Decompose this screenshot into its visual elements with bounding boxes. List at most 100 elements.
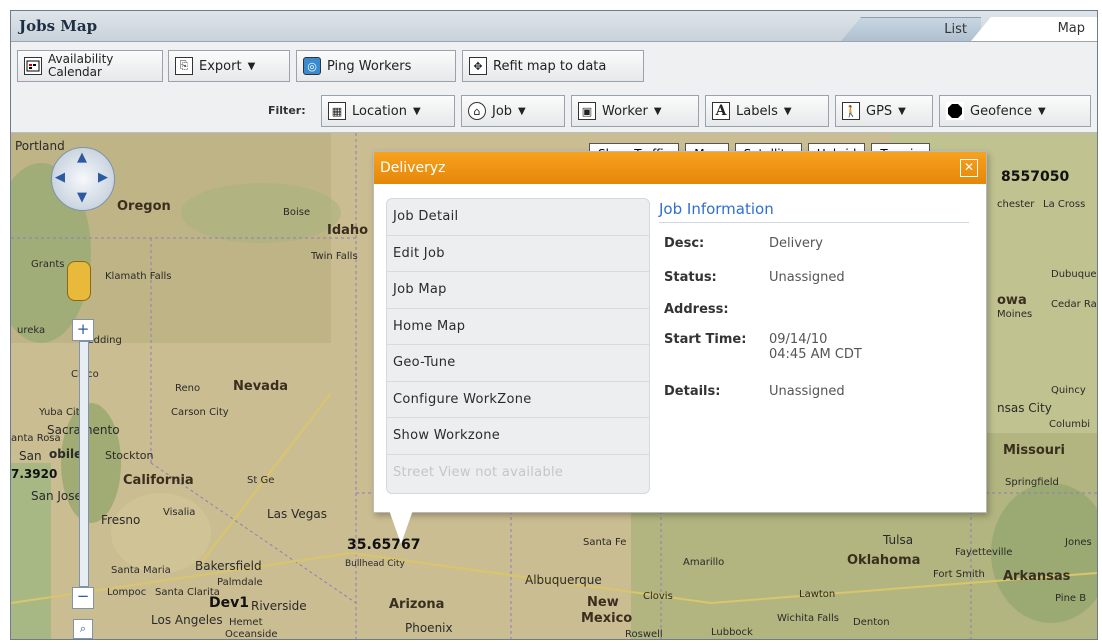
menu-job-detail[interactable]: Job Detail xyxy=(387,199,649,236)
map-label-lompoc: Lompoc xyxy=(107,587,147,598)
export-icon: ⎘ xyxy=(175,57,193,75)
filter-worker-button[interactable]: ▣ Worker ▼ xyxy=(571,95,699,127)
map-label-denton: Denton xyxy=(853,617,890,628)
filter-gps-button[interactable]: 🚶 GPS ▼ xyxy=(835,95,933,127)
calendar-icon xyxy=(24,57,42,75)
map-label-carson: Carson City xyxy=(171,407,229,418)
labels-icon: A xyxy=(712,102,730,120)
chevron-down-icon: ▼ xyxy=(783,105,792,117)
map-label-cedar-rapids: Cedar Rapids xyxy=(1051,299,1097,310)
job-info-popup: Deliveryz ✕ Job Detail Edit Job Job Map … xyxy=(373,151,987,544)
map-label-jones: Jones xyxy=(1065,537,1092,548)
zoom-slider[interactable] xyxy=(79,341,89,587)
start-time-value: 09/14/10 04:45 AM CDT xyxy=(769,332,862,362)
map-label-quincy: Quincy xyxy=(1051,385,1086,396)
toolbar-filter: Filter: ▦ Location ▼ ⌂ Job ▼ ▣ Worker ▼ … xyxy=(11,90,1097,133)
map-label-mobile: obile xyxy=(49,447,83,461)
map-label-los-angeles: Los Angeles xyxy=(151,613,223,627)
map-label-coord-2: 7.3920 xyxy=(11,467,58,481)
map-label-grants: Grants xyxy=(31,259,65,270)
menu-edit-job[interactable]: Edit Job xyxy=(387,236,649,272)
map-label-new: New xyxy=(587,595,619,610)
map-label-coord-3: 8557050 xyxy=(1001,169,1070,185)
map-label-santa-fe: Santa Fe xyxy=(583,537,627,548)
map-label-idaho: Idaho xyxy=(327,223,369,238)
chevron-down-icon: ▼ xyxy=(898,105,906,117)
ping-workers-button[interactable]: ◎ Ping Workers xyxy=(296,50,456,82)
popup-header: Deliveryz ✕ xyxy=(374,152,986,184)
map-label-san: San xyxy=(19,449,42,463)
pan-down-icon[interactable]: ▼ xyxy=(77,190,87,205)
map-label-santa-rosa: anta Rosa xyxy=(11,433,61,444)
job-icon: ⌂ xyxy=(468,102,486,120)
zoom-magnifier-icon[interactable]: ⌕ xyxy=(73,619,93,639)
map-label-amarillo: Amarillo xyxy=(683,557,725,568)
map-label-fort-smith: Fort Smith xyxy=(933,569,985,580)
filter-location-button[interactable]: ▦ Location ▼ xyxy=(321,95,455,127)
close-icon[interactable]: ✕ xyxy=(960,159,978,177)
tab-map[interactable]: Map xyxy=(971,17,1097,41)
map-label-visalia: Visalia xyxy=(163,507,196,518)
chevron-down-icon: ▼ xyxy=(247,60,256,72)
map-label-phoenix: Phoenix xyxy=(405,621,453,635)
map-label-springfield: Springfield xyxy=(1005,477,1059,488)
map-label-bullhead: Bullhead City xyxy=(345,559,405,569)
map-label-portland: Portland xyxy=(15,139,65,153)
zoom-in-button[interactable]: + xyxy=(72,319,94,341)
map-label-worker-dev1: Dev1 xyxy=(209,595,249,611)
street-view-pegman-icon[interactable] xyxy=(67,261,91,301)
jobs-map-window: Jobs Map List Map Availability Calendar … xyxy=(10,10,1098,640)
pan-up-icon[interactable]: ▲ xyxy=(77,150,87,165)
tab-list[interactable]: List xyxy=(841,17,981,41)
chevron-down-icon: ▼ xyxy=(1038,105,1046,117)
menu-job-map[interactable]: Job Map xyxy=(387,272,649,309)
export-label: Export xyxy=(199,58,242,74)
pan-right-icon[interactable]: ▶ xyxy=(98,170,108,185)
filter-job-button[interactable]: ⌂ Job ▼ xyxy=(461,95,565,127)
menu-home-map[interactable]: Home Map xyxy=(387,309,649,345)
pan-left-icon[interactable]: ◀ xyxy=(55,170,65,185)
popup-action-menu: Job Detail Edit Job Job Map Home Map Geo… xyxy=(386,198,650,494)
status-value: Unassigned xyxy=(769,270,845,285)
filter-labels-button[interactable]: A Labels ▼ xyxy=(705,95,829,127)
map-label-clovis: Clovis xyxy=(643,591,673,602)
map-label-nevada: Nevada xyxy=(233,379,289,394)
refit-map-button[interactable]: ✥ Refit map to data xyxy=(462,50,644,82)
details-value: Unassigned xyxy=(769,384,845,399)
map-label-mexico: Mexico xyxy=(581,611,633,626)
geofence-icon xyxy=(946,102,964,120)
filter-geofence-label: Geofence xyxy=(970,103,1032,119)
map-label-st-george: St Ge xyxy=(247,475,275,486)
map-label-rochester: chester xyxy=(997,199,1035,210)
filter-worker-label: Worker xyxy=(602,103,648,119)
status-label: Status: xyxy=(664,270,717,285)
export-button[interactable]: ⎘ Export ▼ xyxy=(168,50,290,82)
map-label-lubbock: Lubbock xyxy=(711,627,753,638)
availability-calendar-button[interactable]: Availability Calendar xyxy=(17,50,163,82)
chevron-down-icon: ▼ xyxy=(518,105,526,117)
pan-control[interactable]: ▲ ◀ ▶ ▼ xyxy=(51,147,115,211)
job-information-heading: Job Information xyxy=(659,200,969,223)
map-label-iowa: owa xyxy=(997,293,1027,308)
availability-label-line2: Calendar xyxy=(48,65,102,79)
refit-icon: ✥ xyxy=(469,57,487,75)
info-desc-row: Desc: Delivery xyxy=(664,236,823,251)
map-label-wichita-falls: Wichita Falls xyxy=(777,613,840,624)
map-canvas[interactable]: Portland Oregon Boise Idaho Twin Falls G… xyxy=(11,133,1097,639)
toolbar-actions: Availability Calendar ⎘ Export ▼ ◎ Ping … xyxy=(11,42,1097,90)
filter-geofence-button[interactable]: Geofence ▼ xyxy=(939,95,1091,127)
map-label-boise: Boise xyxy=(283,207,311,218)
info-start-row: Start Time: 09/14/10 04:45 AM CDT xyxy=(664,332,862,362)
map-label-santa-maria: Santa Maria xyxy=(111,565,171,576)
map-label-oklahoma: Oklahoma xyxy=(847,553,921,568)
map-label-oregon: Oregon xyxy=(117,199,171,214)
menu-configure-workzone[interactable]: Configure WorkZone xyxy=(387,382,649,418)
menu-show-workzone[interactable]: Show Workzone xyxy=(387,418,649,455)
map-label-stockton: Stockton xyxy=(105,449,154,462)
zoom-out-button[interactable]: − xyxy=(72,587,94,609)
map-label-kansas-city: nsas City xyxy=(997,401,1052,415)
map-label-bakersfield: Bakersfield xyxy=(195,559,262,573)
menu-geo-tune[interactable]: Geo-Tune xyxy=(387,345,649,382)
map-label-albuquerque: Albuquerque xyxy=(525,573,602,587)
map-label-la-crosse: La Cross xyxy=(1043,199,1086,210)
